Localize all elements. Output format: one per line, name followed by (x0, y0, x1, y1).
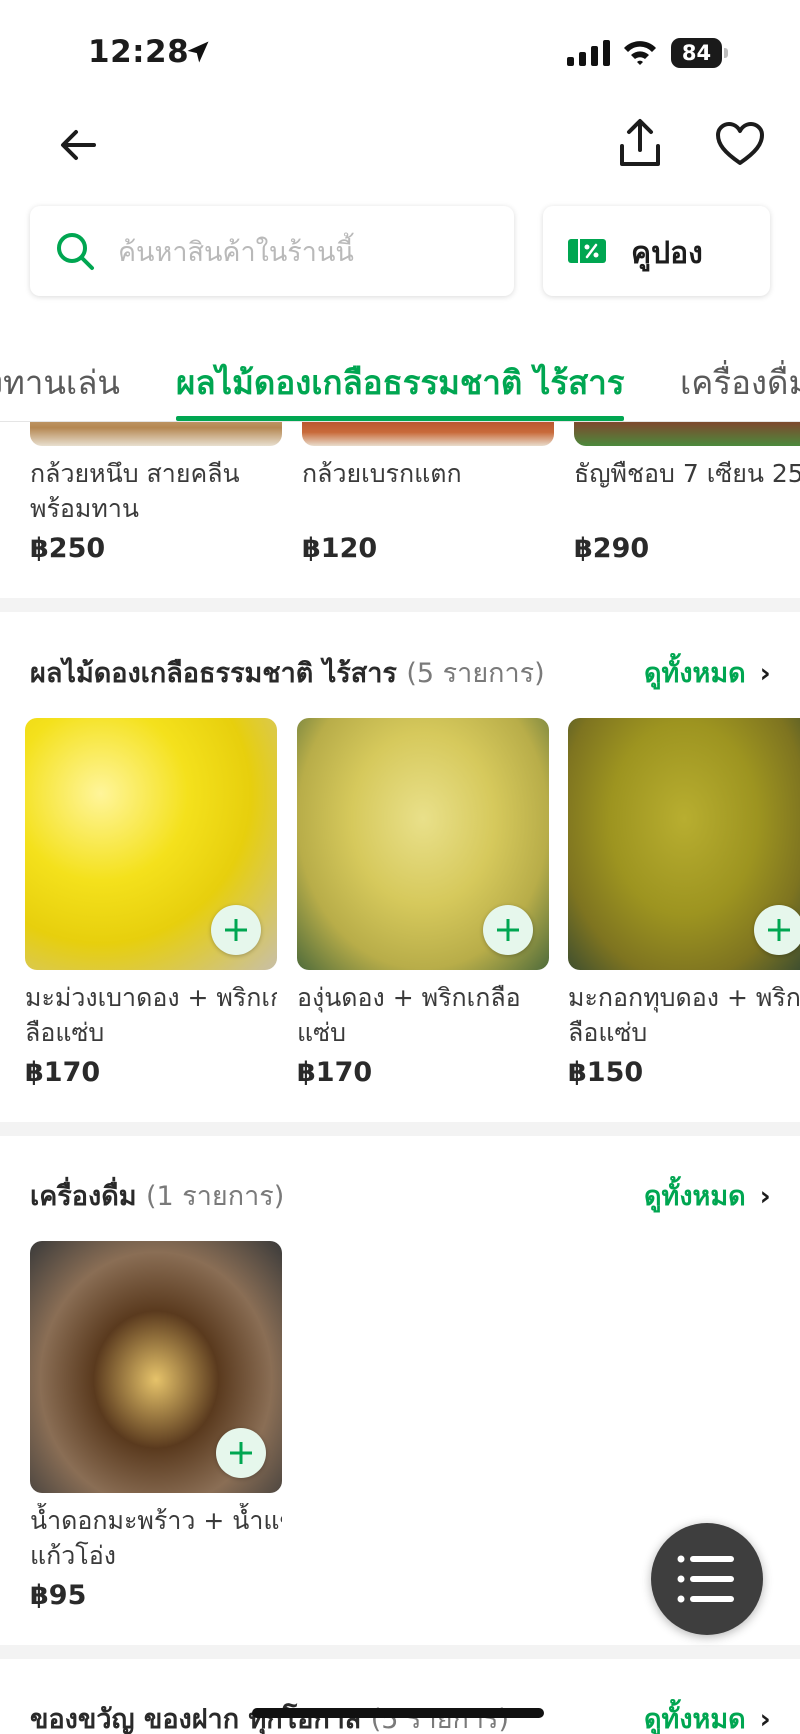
heart-icon[interactable] (714, 120, 766, 168)
status-time: 12:28 (88, 34, 190, 70)
coupon-icon (568, 239, 606, 263)
menu-fab-button[interactable] (651, 1523, 763, 1635)
back-arrow-icon[interactable] (54, 120, 104, 170)
section-divider (0, 1122, 800, 1136)
section-count: (5 รายการ) (406, 658, 545, 689)
location-arrow-icon (187, 41, 209, 63)
product-name[interactable]: น้ำดอกมะพร้าว + น้ำแข็ง แก้วโอ่ง (30, 1503, 282, 1573)
section-divider (0, 1645, 800, 1659)
section-title: เครื่องดื่ม (1 รายการ) (30, 1181, 285, 1212)
battery-icon: 84 (671, 38, 729, 68)
active-tab-indicator (176, 416, 624, 421)
signal-icon (567, 40, 610, 66)
product-name[interactable]: องุ่นดอง + พริกเกลือ แซ่บ (297, 980, 549, 1050)
add-to-cart-button[interactable] (754, 905, 800, 955)
chevron-right-icon: › (759, 658, 771, 689)
product-name[interactable]: กล้วยหนึบ สายคลีน พร้อมทาน (30, 456, 282, 526)
product-price: ฿250 (30, 533, 106, 564)
coupon-label: คูปอง (631, 236, 703, 271)
search-input[interactable] (118, 232, 498, 272)
add-to-cart-button[interactable] (483, 905, 533, 955)
section-count: (1 รายการ) (145, 1181, 285, 1212)
product-price: ฿120 (302, 533, 378, 564)
battery-cap (724, 48, 728, 58)
menu-icon (677, 1555, 734, 1603)
chevron-right-icon: › (759, 1181, 771, 1212)
product-price: ฿170 (25, 1057, 101, 1088)
share-icon[interactable] (614, 116, 666, 170)
status-bar: 12:28 84 (0, 0, 800, 100)
home-indicator[interactable] (252, 1708, 544, 1718)
tab-drinks[interactable]: เครื่องดื่ม (680, 356, 800, 409)
product-name[interactable]: กล้วยเบรกแตก (302, 456, 554, 491)
tab-snacks[interactable]: ของทานเล่น (0, 356, 120, 409)
coupon-button[interactable]: คูปอง (543, 206, 770, 296)
section-title: ผลไม้ดองเกลือธรรมชาติ ไร้สาร (5 รายการ) (30, 658, 545, 689)
product-price: ฿290 (574, 533, 650, 564)
add-to-cart-button[interactable] (216, 1428, 266, 1478)
section-divider (0, 598, 800, 612)
see-all-link[interactable]: ดูทั้งหมด › (644, 1174, 771, 1217)
product-price: ฿150 (568, 1057, 644, 1088)
search-icon (57, 233, 94, 270)
product-price: ฿170 (297, 1057, 373, 1088)
battery-level: 84 (671, 38, 722, 68)
wifi-icon (624, 41, 656, 65)
search-box[interactable] (30, 206, 514, 296)
product-price: ฿95 (30, 1580, 87, 1611)
add-to-cart-button[interactable] (211, 905, 261, 955)
product-name[interactable]: ธัญพืชอบ 7 เซียน 250 (574, 456, 800, 491)
category-tabs: ของทานเล่น ผลไม้ดองเกลือธรรมชาติ ไร้สาร … (0, 330, 800, 422)
see-all-link[interactable]: ดูทั้งหมด › (644, 651, 771, 694)
product-name[interactable]: มะม่วงเบาดอง + พริกเก ลือแซ่บ (25, 980, 277, 1050)
header (0, 110, 800, 180)
see-all-link[interactable]: ดูทั้งหมด › (644, 1697, 771, 1734)
tab-pickled-fruit[interactable]: ผลไม้ดองเกลือธรรมชาติ ไร้สาร (176, 356, 624, 409)
chevron-right-icon: › (759, 1704, 771, 1734)
product-name[interactable]: มะกอกทุบดอง + พริกเ ลือแซ่บ (568, 980, 800, 1050)
